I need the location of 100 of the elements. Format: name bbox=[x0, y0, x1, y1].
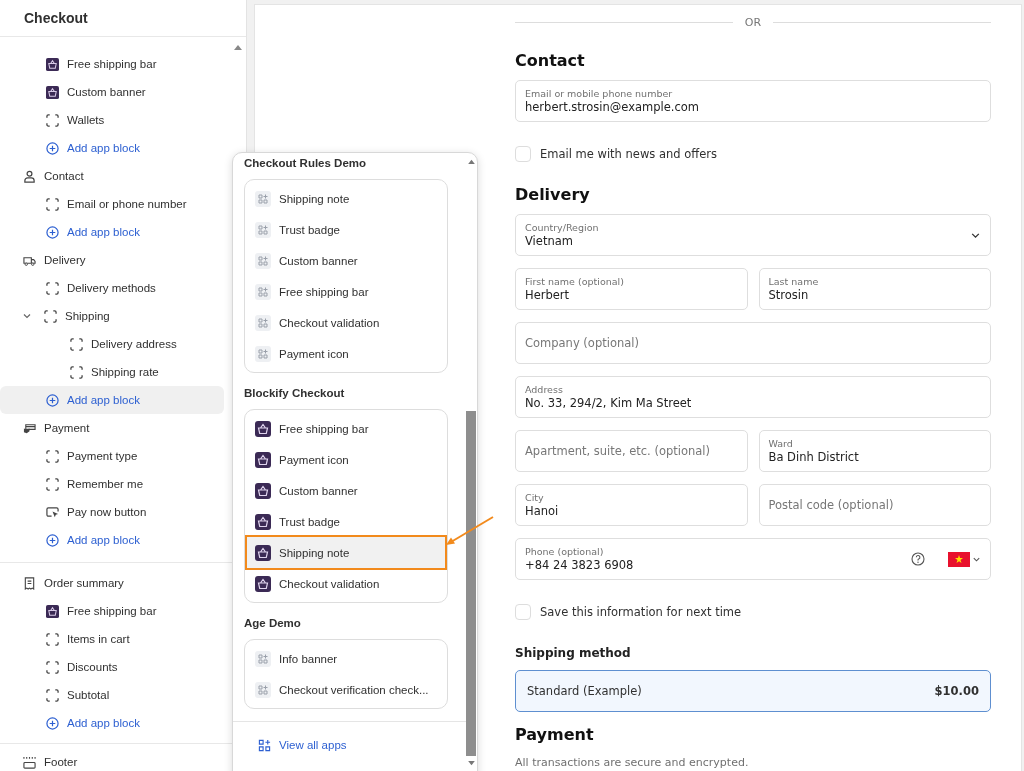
sidebar-item[interactable]: Delivery address bbox=[0, 330, 224, 358]
app-block-item[interactable]: Checkout validation bbox=[249, 568, 443, 599]
view-all-apps-link[interactable]: View all apps bbox=[258, 738, 347, 752]
basket-app-icon bbox=[255, 575, 271, 592]
basket-app-icon bbox=[46, 604, 59, 618]
group-title: Age Demo bbox=[244, 617, 302, 631]
checkbox[interactable] bbox=[515, 146, 531, 162]
scroll-up-icon[interactable] bbox=[234, 44, 242, 50]
blocks-plus-icon bbox=[255, 190, 271, 207]
person-icon bbox=[23, 169, 36, 183]
scroll-up-icon[interactable] bbox=[467, 159, 475, 164]
sidebar-item[interactable]: Subtotal bbox=[0, 681, 224, 709]
blocks-plus-icon bbox=[255, 345, 271, 362]
blocks-plus-icon bbox=[255, 283, 271, 300]
input-field[interactable]: Company (optional) bbox=[515, 322, 991, 364]
sidebar-item[interactable]: Free shipping bar bbox=[0, 50, 224, 78]
app-block-item[interactable]: Payment icon bbox=[249, 338, 443, 369]
blocks-plus-icon bbox=[255, 314, 271, 331]
add-app-block-link[interactable]: Add app block bbox=[0, 134, 224, 162]
sidebar-item[interactable]: Payment type bbox=[0, 442, 224, 470]
annotation-arrow bbox=[445, 515, 495, 547]
sidebar-item[interactable]: Remember me bbox=[0, 470, 224, 498]
basket-app-icon bbox=[255, 482, 271, 499]
security-note: All transactions are secure and encrypted. bbox=[515, 756, 750, 769]
separator-text: OR bbox=[744, 15, 762, 29]
input-field[interactable]: City Hanoi bbox=[515, 484, 748, 526]
add-app-block-link[interactable]: Add app block bbox=[0, 526, 224, 554]
sidebar-item[interactable]: Email or phone number bbox=[0, 190, 224, 218]
section-subheading: Shipping method bbox=[515, 646, 632, 660]
sidebar-item[interactable]: Items in cart bbox=[0, 625, 224, 653]
basket-app-icon bbox=[46, 85, 59, 99]
footer-layout-icon bbox=[23, 755, 36, 769]
sidebar-item[interactable]: Free shipping bar bbox=[0, 597, 224, 625]
app-block-item[interactable]: Free shipping bar bbox=[249, 413, 443, 444]
input-field[interactable]: Last name Strosin bbox=[758, 268, 991, 310]
plus-circle-icon bbox=[46, 716, 59, 730]
chevron-icon[interactable] bbox=[22, 311, 32, 321]
section-heading: Payment bbox=[515, 725, 595, 744]
basket-app-icon bbox=[46, 57, 59, 71]
add-app-block-link[interactable]: Add app block bbox=[0, 709, 224, 737]
blocks-plus-icon bbox=[255, 681, 271, 698]
sidebar-item[interactable]: Discounts bbox=[0, 653, 224, 681]
blocks-plus-icon bbox=[255, 221, 271, 238]
plus-circle-icon bbox=[46, 141, 59, 155]
app-block-item[interactable]: Trust badge bbox=[249, 214, 443, 245]
help-icon[interactable] bbox=[911, 552, 925, 566]
flag-icon[interactable] bbox=[948, 551, 970, 567]
app-block-item[interactable]: Shipping note bbox=[247, 537, 445, 568]
sidebar-item[interactable]: Custom banner bbox=[0, 78, 224, 106]
app-block-item[interactable]: Free shipping bar bbox=[249, 276, 443, 307]
input-field[interactable]: First name (optional) Herbert bbox=[515, 268, 748, 310]
add-app-block-link[interactable]: Add app block bbox=[0, 218, 224, 246]
app-block-item[interactable]: Trust badge bbox=[249, 506, 443, 537]
app-block-item[interactable]: Custom banner bbox=[249, 475, 443, 506]
section-header[interactable]: Delivery bbox=[0, 246, 246, 274]
plus-circle-icon bbox=[46, 225, 59, 239]
sidebar-item[interactable]: Shipping rate bbox=[0, 358, 224, 386]
input-field[interactable]: Postal code (optional) bbox=[758, 484, 991, 526]
group-title: Blockify Checkout bbox=[244, 387, 346, 401]
group-title: Checkout Rules Demo bbox=[244, 157, 368, 171]
phone-field[interactable]: Phone (optional) +84 24 3823 6908 bbox=[515, 538, 991, 580]
basket-app-icon bbox=[255, 451, 271, 468]
app-block-item[interactable]: Checkout validation bbox=[249, 307, 443, 338]
sidebar-item[interactable]: Pay now button bbox=[0, 498, 224, 526]
section-header[interactable]: Footer bbox=[0, 748, 246, 771]
blocks-plus-icon bbox=[255, 650, 271, 667]
section-header[interactable]: Order summary bbox=[0, 569, 246, 597]
receipt-icon bbox=[23, 576, 36, 590]
sidebar-item[interactable]: Shipping bbox=[0, 302, 224, 330]
section-heading: Delivery bbox=[515, 185, 591, 204]
input-field[interactable]: Address No. 33, 294/2, Kim Ma Street bbox=[515, 376, 991, 418]
shipping-option[interactable]: Standard (Example) $10.00 bbox=[515, 670, 991, 712]
sidebar-title: Checkout bbox=[0, 0, 246, 37]
plus-circle-icon bbox=[46, 533, 59, 547]
input-field[interactable]: Apartment, suite, etc. (optional) bbox=[515, 430, 748, 472]
input-field[interactable]: Ward Ba Dinh District bbox=[758, 430, 991, 472]
plus-circle-icon bbox=[46, 393, 59, 407]
scroll-down-icon[interactable] bbox=[467, 761, 475, 766]
hand-card-icon bbox=[23, 421, 36, 435]
app-block-item[interactable]: Shipping note bbox=[249, 183, 443, 214]
country-select[interactable]: Country/Region Vietnam bbox=[515, 214, 991, 256]
checkbox-label: Save this information for next time bbox=[540, 605, 742, 619]
sidebar-item[interactable]: Wallets bbox=[0, 106, 224, 134]
apps-plus-icon bbox=[258, 738, 271, 752]
checkbox-label: Email me with news and offers bbox=[540, 147, 717, 161]
app-block-item[interactable]: Info banner bbox=[249, 643, 443, 674]
basket-app-icon bbox=[255, 420, 271, 437]
section-header[interactable]: Payment bbox=[0, 414, 246, 442]
blocks-plus-icon bbox=[255, 252, 271, 269]
basket-app-icon bbox=[255, 544, 271, 561]
app-block-item[interactable]: Checkout verification check... bbox=[249, 674, 443, 705]
input-field[interactable]: Email or mobile phone number herbert.strosin@example.com bbox=[515, 80, 991, 122]
add-app-block-link[interactable]: Add app block bbox=[0, 386, 224, 414]
app-block-item[interactable]: Payment icon bbox=[249, 444, 443, 475]
app-block-item[interactable]: Custom banner bbox=[249, 245, 443, 276]
button-cursor-icon bbox=[46, 505, 59, 519]
checkbox[interactable] bbox=[515, 604, 531, 620]
basket-app-icon bbox=[255, 513, 271, 530]
sidebar-item[interactable]: Delivery methods bbox=[0, 274, 224, 302]
section-heading: Contact bbox=[515, 51, 586, 70]
